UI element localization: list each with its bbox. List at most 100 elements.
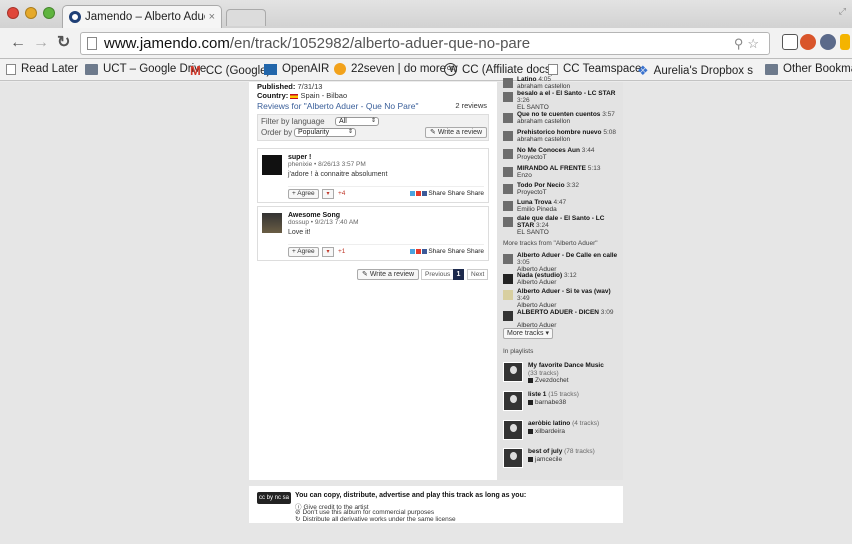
playlist-item[interactable]: aeròbic latino (4 tracks) xilbardeira	[503, 420, 621, 446]
sidebar-track[interactable]: Que no te cuenten cuentos 3:57 abraham ca…	[503, 111, 621, 127]
zoom-bookmark-star-icon[interactable]: ⚲☆	[734, 36, 763, 52]
menu-icon[interactable]	[840, 34, 850, 50]
playlist-item[interactable]: My favorite Dance Music (33 tracks) Zvezdo…	[503, 362, 621, 388]
review-title[interactable]: Awesome Song	[288, 212, 340, 219]
album-cover-thumbnail[interactable]	[503, 184, 513, 194]
album-cover-thumbnail[interactable]	[503, 149, 513, 159]
sidebar-track[interactable]: MIRANDO AL FRENTE 5:13 Enzo	[503, 165, 621, 181]
review-card: super ! phenixie • 8/26/13 3:57 PM j'ado…	[257, 148, 489, 203]
agree-button[interactable]: + Agree	[288, 247, 319, 257]
bookmark-other[interactable]: Other Bookmarks	[765, 63, 852, 75]
write-review-button[interactable]: ✎ Write a review	[357, 269, 420, 280]
playlist-item[interactable]: liste 1 (15 tracks) barnabe38	[503, 391, 621, 417]
album-cover-thumbnail[interactable]	[503, 78, 513, 88]
playlist-avatar[interactable]	[503, 448, 523, 468]
page-icon	[6, 63, 16, 75]
album-cover-thumbnail[interactable]	[503, 92, 513, 102]
openair-icon	[264, 63, 277, 75]
twitter-icon	[410, 190, 416, 196]
album-cover-thumbnail[interactable]	[503, 274, 513, 284]
sidebar-track[interactable]: No Me Conoces Aun 3:44 ProyectoT	[503, 147, 621, 163]
bookmark-uct-drive[interactable]: UCT – Google Drive	[85, 63, 206, 75]
forward-arrow-icon[interactable]: →	[33, 35, 49, 51]
main-column: Published: 7/31/13 Country: Spain - Bilb…	[249, 82, 497, 480]
more-tracks-button[interactable]: More tracks ▾	[503, 328, 554, 339]
playlist-avatar[interactable]	[503, 391, 523, 411]
review-card: Awesome Song dossup • 9/2/13 7:40 AM Lov…	[257, 206, 489, 261]
bookmarks-bar: Read Later UCT – Google Drive M CC (Googl…	[0, 59, 852, 81]
reviewer-avatar[interactable]	[262, 213, 282, 233]
write-review-button[interactable]: ✎ Write a review	[425, 127, 488, 138]
previous-page-button[interactable]: Previous	[421, 269, 455, 280]
web-page: Published: 7/31/13 Country: Spain - Bilb…	[0, 76, 852, 544]
sidebar-track[interactable]: dale que dale - El Santo - LC STAR 3:24 E…	[503, 215, 621, 236]
artist-track[interactable]: Alberto Aduer - Si te vas (wav) 3:49 Albe…	[503, 288, 621, 309]
album-cover-thumbnail[interactable]	[503, 254, 513, 264]
album-cover-thumbnail[interactable]	[503, 311, 513, 321]
track-meta: Published: 7/31/13 Country: Spain - Bilb…	[257, 82, 348, 100]
language-select[interactable]: All ⇕	[335, 117, 379, 126]
album-cover-thumbnail[interactable]	[503, 290, 513, 300]
bookmark-cc-google[interactable]: M CC (Google)	[190, 63, 270, 78]
agree-count: +1	[338, 248, 346, 255]
address-bar[interactable]: www.jamendo.com/en/track/1052982/alberto…	[80, 32, 770, 55]
tab-close-icon[interactable]: ×	[209, 11, 215, 23]
bookmark-cc-affiliate[interactable]: cc CC (Affiliate docs)	[444, 63, 554, 76]
artist-track[interactable]: Alberto Aduer - De Calle en calle 3:05 Al…	[503, 252, 621, 273]
creative-commons-badge[interactable]: cc by nc sa	[257, 492, 291, 504]
review-actions: + Agree ▾ +1 Share Share Share	[288, 244, 484, 257]
stumbleupon-icon	[416, 190, 422, 196]
agree-button[interactable]: + Agree	[288, 189, 319, 199]
sidebar-track[interactable]: besalo a el - El Santo - LC STAR 3:26 EL …	[503, 90, 621, 111]
user-icon	[528, 456, 533, 462]
playlist-avatar[interactable]	[503, 362, 523, 382]
agree-dropdown-icon[interactable]: ▾	[322, 189, 334, 199]
album-cover-thumbnail[interactable]	[503, 131, 513, 141]
bookmark-22seven[interactable]: 22seven | do more w	[334, 63, 458, 75]
new-tab-button[interactable]	[226, 9, 266, 26]
playlist-avatar[interactable]	[503, 420, 523, 440]
sidebar-track[interactable]: Todo Por Necio 3:32 ProyectoT	[503, 182, 621, 198]
folder-icon	[765, 63, 778, 75]
user-icon	[528, 399, 533, 405]
bookmark-cc-teamspace[interactable]: CC Teamspace	[548, 63, 641, 75]
album-cover-thumbnail[interactable]	[503, 113, 513, 123]
album-cover-thumbnail[interactable]	[503, 167, 513, 177]
artist-track[interactable]: Nada (estudio) 3:12 Alberto Aduer	[503, 272, 621, 288]
review-body: Love it!	[288, 229, 311, 236]
reviewer-avatar[interactable]	[262, 155, 282, 175]
review-title[interactable]: super !	[288, 154, 311, 161]
artist-track[interactable]: ALBERTO ADUER - DICEN 3:09 Alberto Aduer	[503, 309, 621, 329]
current-page[interactable]: 1	[453, 269, 464, 280]
order-by-label: Order by	[261, 128, 293, 137]
share-links[interactable]: Share Share Share	[410, 190, 484, 197]
reload-icon[interactable]: ↻	[57, 35, 70, 51]
sidebar-track[interactable]: Prehistorico hombre nuevo 5:08 abraham ca…	[503, 129, 621, 145]
instapaper-extension-icon[interactable]	[782, 34, 798, 50]
window-maximize-button[interactable]	[43, 7, 55, 19]
window-minimize-button[interactable]	[25, 7, 37, 19]
fullscreen-icon[interactable]: ⤢	[839, 6, 846, 17]
album-cover-thumbnail[interactable]	[503, 201, 513, 211]
back-arrow-icon[interactable]: ←	[10, 35, 26, 51]
playlists-heading: In playlists	[503, 348, 534, 355]
bookmark-dropbox[interactable]: ❖ Aurelia's Dropbox s	[637, 63, 753, 79]
agree-dropdown-icon[interactable]: ▾	[322, 247, 334, 257]
next-page-button[interactable]: Next	[467, 269, 489, 280]
sidebar: Latino 4:05 abraham castellon besalo a el…	[497, 76, 623, 480]
extension-icon[interactable]	[800, 34, 816, 50]
license-line: ↻ Distribute all derivative works under t…	[295, 516, 456, 523]
url-text[interactable]: www.jamendo.com/en/track/1052982/alberto…	[104, 35, 530, 52]
album-cover-thumbnail[interactable]	[503, 217, 513, 227]
bookmark-read-later[interactable]: Read Later	[6, 63, 78, 75]
order-by-select[interactable]: Popularity ⇕	[294, 128, 356, 137]
license-box: cc by nc sa You can copy, distribute, ad…	[249, 486, 623, 523]
browser-tab-active[interactable]: Jamendo – Alberto Aduer ×	[62, 5, 222, 28]
window-close-button[interactable]	[7, 7, 19, 19]
sidebar-track[interactable]: Luna Trova 4:47 Emilio Pineda	[503, 199, 621, 215]
playlist-item[interactable]: best of july (78 tracks) jamcecile	[503, 448, 621, 474]
bookmark-openair[interactable]: OpenAIR	[264, 63, 329, 75]
share-links[interactable]: Share Share Share	[410, 248, 484, 255]
pocket-extension-icon[interactable]	[820, 34, 836, 50]
review-filter-box: Filter by language All ⇕ Order by Popular…	[257, 114, 489, 141]
